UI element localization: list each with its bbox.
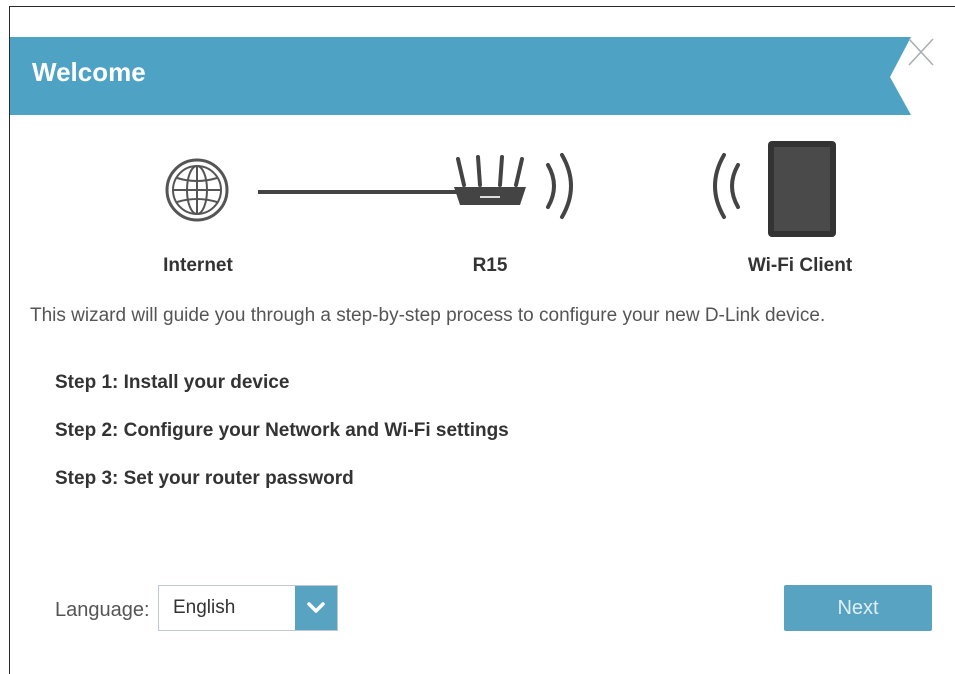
intro-text: This wizard will guide you through a ste…: [30, 305, 826, 326]
router-label: R15: [472, 255, 508, 276]
chevron-down-icon: [307, 602, 325, 613]
language-select[interactable]: English: [158, 585, 338, 631]
wifi-signal-icon: [546, 153, 573, 219]
wifi-signal-incoming-icon: [713, 153, 740, 219]
tablet-icon: [768, 141, 836, 237]
language-selected-value: English: [173, 597, 236, 618]
setup-wizard-dialog: Welcome Internet R15 Wi-Fi Client This w…: [9, 6, 955, 674]
step-1: Step 1: Install your device: [55, 372, 290, 393]
step-3: Step 3: Set your router password: [55, 468, 354, 489]
network-diagram: Internet R15 Wi-Fi Client: [10, 7, 955, 287]
dropdown-arrow[interactable]: [295, 586, 337, 630]
globe-icon: [165, 158, 229, 222]
next-button[interactable]: Next: [784, 585, 932, 631]
steps-list: Step 1: Install your device Step 2: Conf…: [55, 371, 509, 515]
router-icon: [454, 155, 526, 205]
internet-label: Internet: [163, 255, 233, 276]
language-label: Language:: [55, 599, 150, 621]
wifi-client-label: Wi-Fi Client: [747, 255, 853, 276]
connection-line: [258, 190, 468, 194]
step-2: Step 2: Configure your Network and Wi-Fi…: [55, 420, 509, 441]
